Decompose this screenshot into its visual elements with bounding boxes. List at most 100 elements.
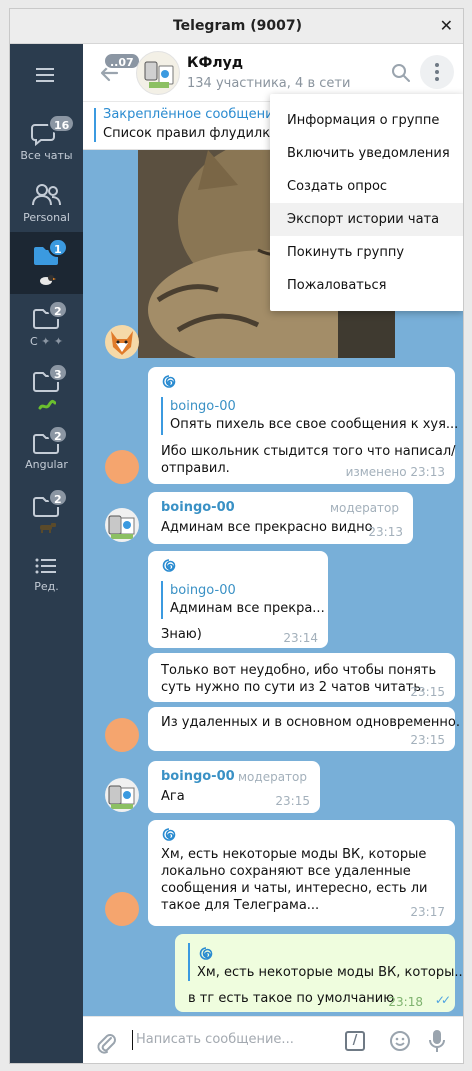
search-icon[interactable] <box>391 63 411 83</box>
unread-badge: 2 <box>48 425 68 444</box>
message-input[interactable]: Написать сообщение... <box>136 1032 294 1047</box>
boingo-avatar-icon <box>108 785 135 809</box>
emoji-icon[interactable] <box>389 1030 411 1052</box>
fox-avatar-icon <box>111 331 133 355</box>
message-line: суть нужно по сути из 2 чатов читать. <box>161 680 426 695</box>
sender-avatar-boingo[interactable] <box>105 778 139 812</box>
menu-item-enable-notifications[interactable]: Включить уведомления <box>270 137 463 170</box>
message-line: Знаю) <box>161 627 202 642</box>
message-time: 23:14 <box>283 631 318 645</box>
reply-quote-bar <box>161 581 163 619</box>
message-line: отправил. <box>161 461 230 476</box>
message-bubble[interactable]: boingo-00 Опять пихель все свое сообщени… <box>148 367 459 484</box>
group-avatar-icon <box>144 61 174 88</box>
close-window-button[interactable]: ✕ <box>440 16 453 35</box>
reply-author: boingo-00 <box>170 399 236 414</box>
message-author[interactable]: boingo-00 <box>161 769 235 784</box>
people-icon <box>32 184 61 206</box>
animal-emoji-icon <box>40 523 56 533</box>
sidebar-item-folder-snake[interactable]: 3 <box>10 359 83 419</box>
pinned-text: Список правил флудилки. <box>103 126 283 141</box>
message-line: Админам все прекрасно видно <box>161 520 373 535</box>
message-time: 23:18 <box>388 995 423 1009</box>
message-bubble[interactable]: Из удаленных и в основном одновременно. … <box>148 707 460 751</box>
window-title: Telegram (9007) <box>172 18 303 34</box>
sidebar-item-angular[interactable]: 2 Angular <box>10 421 83 481</box>
sidebar-item-folder-active[interactable]: 1 <box>10 232 83 294</box>
swirl-icon <box>162 559 176 572</box>
sender-avatar-deleted[interactable] <box>105 450 139 484</box>
message-time: 23:15 <box>410 733 445 747</box>
message-line: Из удаленных и в основном одновременно. <box>161 715 460 730</box>
sender-avatar-deleted[interactable] <box>105 892 139 926</box>
swirl-icon <box>199 947 213 960</box>
message-time: 23:15 <box>275 794 310 808</box>
message-author[interactable]: boingo-00 <box>161 500 235 515</box>
sidebar-item-label: Ред. <box>34 580 59 593</box>
swirl-icon <box>162 828 176 841</box>
vertical-dots-icon <box>435 63 439 81</box>
stars-icon: ✦ ✦ <box>37 335 64 348</box>
bird-emoji-icon <box>40 275 56 285</box>
sender-avatar-deleted[interactable] <box>105 718 139 752</box>
telegram-window: Telegram (9007) ✕ 16 Все чаты Personal 1… <box>9 8 464 1064</box>
chat-avatar[interactable] <box>136 51 180 95</box>
message-line: Ибо школьник стыдится того что написал/ <box>161 444 456 459</box>
sidebar-item-label: С ✦ ✦ <box>10 335 83 348</box>
reply-quote-bar <box>188 943 190 981</box>
sender-avatar-fox[interactable] <box>105 325 139 359</box>
chat-status: 134 участника, 4 в сети <box>187 76 351 91</box>
hamburger-icon[interactable] <box>34 67 58 85</box>
bot-command-button[interactable]: / <box>345 1031 365 1051</box>
chat-name[interactable]: КФлуд <box>187 55 243 71</box>
sidebar-item-folder-s[interactable]: 2 С ✦ ✦ <box>10 296 83 356</box>
text-cursor <box>132 1030 133 1050</box>
sidebar-item-label-text: С <box>29 335 38 348</box>
reply-author: boingo-00 <box>170 583 236 598</box>
pinned-bar <box>94 108 96 142</box>
message-line: в тг есть такое по умолчанию <box>188 991 395 1006</box>
menu-item-create-poll[interactable]: Создать опрос <box>270 170 463 203</box>
message-bubble[interactable]: boingo-00 Админам все прекра... Знаю) 23… <box>148 551 328 648</box>
sender-avatar-boingo[interactable] <box>105 508 139 542</box>
menu-item-report[interactable]: Пожаловаться <box>270 269 463 302</box>
message-line: такое для Телеграма... <box>161 898 320 913</box>
menu-item-leave-group[interactable]: Покинуть группу <box>270 236 463 269</box>
message-line: Хм, есть некоторые моды ВК, которые <box>161 847 427 862</box>
author-role: модератор <box>330 501 399 515</box>
menu-item-group-info[interactable]: Информация о группе <box>270 104 463 137</box>
message-time: 23:17 <box>410 905 445 919</box>
title-bar: Telegram (9007) ✕ <box>10 9 463 44</box>
command-slash-icon: / <box>352 1033 358 1048</box>
menu-item-export-history[interactable]: Экспорт истории чата <box>270 203 463 236</box>
unread-badge: 3 <box>48 363 68 382</box>
reply-text: Хм, есть некоторые моды ВК, которы... <box>197 965 464 980</box>
outgoing-message-bubble[interactable]: Хм, есть некоторые моды ВК, которы... в … <box>175 934 463 1012</box>
sidebar-item-label: Angular <box>25 458 68 471</box>
sidebar-item-edit[interactable]: Ред. <box>10 546 83 606</box>
sidebar-item-folder-animal[interactable]: 2 <box>10 484 83 544</box>
unread-badge: 16 <box>48 114 76 133</box>
microphone-icon[interactable] <box>428 1028 446 1054</box>
message-bubble[interactable]: Только вот неудобно, ибо чтобы понять су… <box>148 653 455 702</box>
paperclip-icon[interactable] <box>95 1030 117 1054</box>
read-checkmarks-icon: ✓✓ <box>434 993 451 1007</box>
snake-emoji-icon <box>38 399 56 410</box>
boingo-avatar-icon <box>108 515 135 539</box>
message-bubble[interactable]: Хм, есть некоторые моды ВК, которые лока… <box>148 820 455 926</box>
unread-badge: 2 <box>48 488 68 507</box>
message-line: локально сохраняют все удаленные <box>161 864 411 879</box>
sidebar-item-personal[interactable]: Personal <box>10 171 83 231</box>
swirl-icon <box>162 375 176 388</box>
more-options-button[interactable] <box>420 55 454 89</box>
reply-text: Опять пихель все свое сообщения к хуя... <box>170 417 459 432</box>
message-bubble[interactable]: boingo-00 модератор Ага 23:15 <box>148 761 320 813</box>
message-composer: Написать сообщение... / <box>83 1016 463 1063</box>
sidebar-item-label: Personal <box>23 211 70 224</box>
unread-badge: 1 <box>48 238 68 257</box>
edit-list-icon <box>35 558 56 574</box>
message-bubble[interactable]: boingo-00 модератор Админам все прекрасн… <box>148 492 413 544</box>
sidebar-item-all-chats[interactable]: 16 Все чаты <box>10 107 83 167</box>
back-button[interactable]: ..07 <box>97 52 141 88</box>
message-line: Только вот неудобно, ибо чтобы понять <box>161 663 437 678</box>
